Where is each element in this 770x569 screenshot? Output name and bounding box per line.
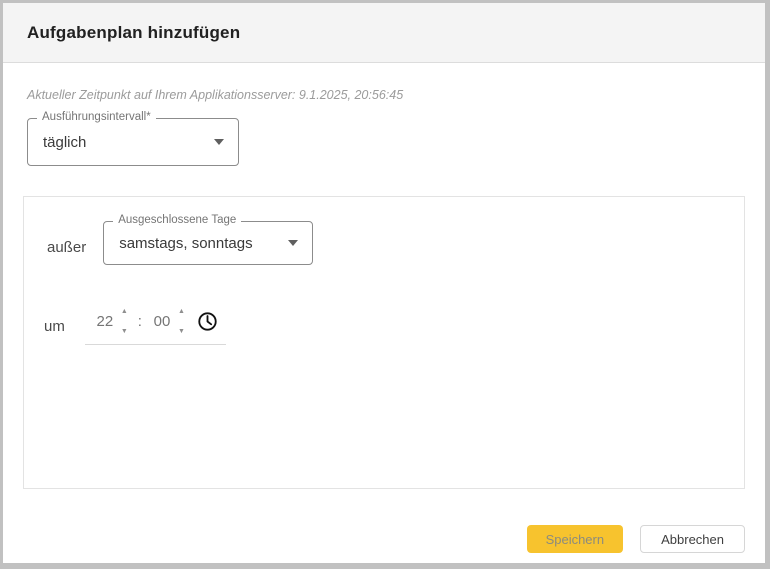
clock-icon[interactable] [197,311,218,332]
except-label: außer [47,239,86,256]
minutes-increment-icon[interactable]: ▲ [178,308,185,315]
excluded-days-select[interactable]: Ausgeschlossene Tage samstags, sonntags [103,221,313,265]
schedule-details-panel: außer Ausgeschlossene Tage samstags, son… [23,196,745,489]
chevron-down-icon [214,139,224,145]
time-separator: : [138,313,142,330]
cancel-button[interactable]: Abbrechen [640,525,745,553]
save-button[interactable]: Speichern [527,525,624,553]
time-label: um [44,318,65,335]
chevron-down-icon [288,240,298,246]
hours-spinner: ▲ ▼ [121,308,128,335]
execution-interval-value: täglich [28,134,214,151]
excluded-days-label: Ausgeschlossene Tage [113,214,241,226]
minutes-spinner: ▲ ▼ [178,308,185,335]
dialog-header: Aufgabenplan hinzufügen [3,3,765,63]
hours-decrement-icon[interactable]: ▼ [121,328,128,335]
excluded-days-value: samstags, sonntags [104,235,288,252]
dialog-body: Aktueller Zeitpunkt auf Ihrem Applikatio… [3,88,765,553]
minutes-input[interactable]: 00 [152,313,172,330]
time-picker: 22 ▲ ▼ : 00 ▲ ▼ [85,304,226,345]
hours-input[interactable]: 22 [95,313,115,330]
minutes-decrement-icon[interactable]: ▼ [178,328,185,335]
add-task-schedule-dialog: Aufgabenplan hinzufügen Aktueller Zeitpu… [0,0,770,569]
dialog-title: Aufgabenplan hinzufügen [27,23,240,43]
server-time-note: Aktueller Zeitpunkt auf Ihrem Applikatio… [27,88,745,102]
dialog-actions: Speichern Abbrechen [23,525,745,553]
execution-interval-label: Ausführungsintervall* [37,111,156,123]
hours-increment-icon[interactable]: ▲ [121,308,128,315]
time-row: um 22 ▲ ▼ : 00 ▲ ▼ [24,304,744,345]
excluded-days-row: außer Ausgeschlossene Tage samstags, son… [24,221,744,265]
execution-interval-select[interactable]: Ausführungsintervall* täglich [27,118,239,166]
